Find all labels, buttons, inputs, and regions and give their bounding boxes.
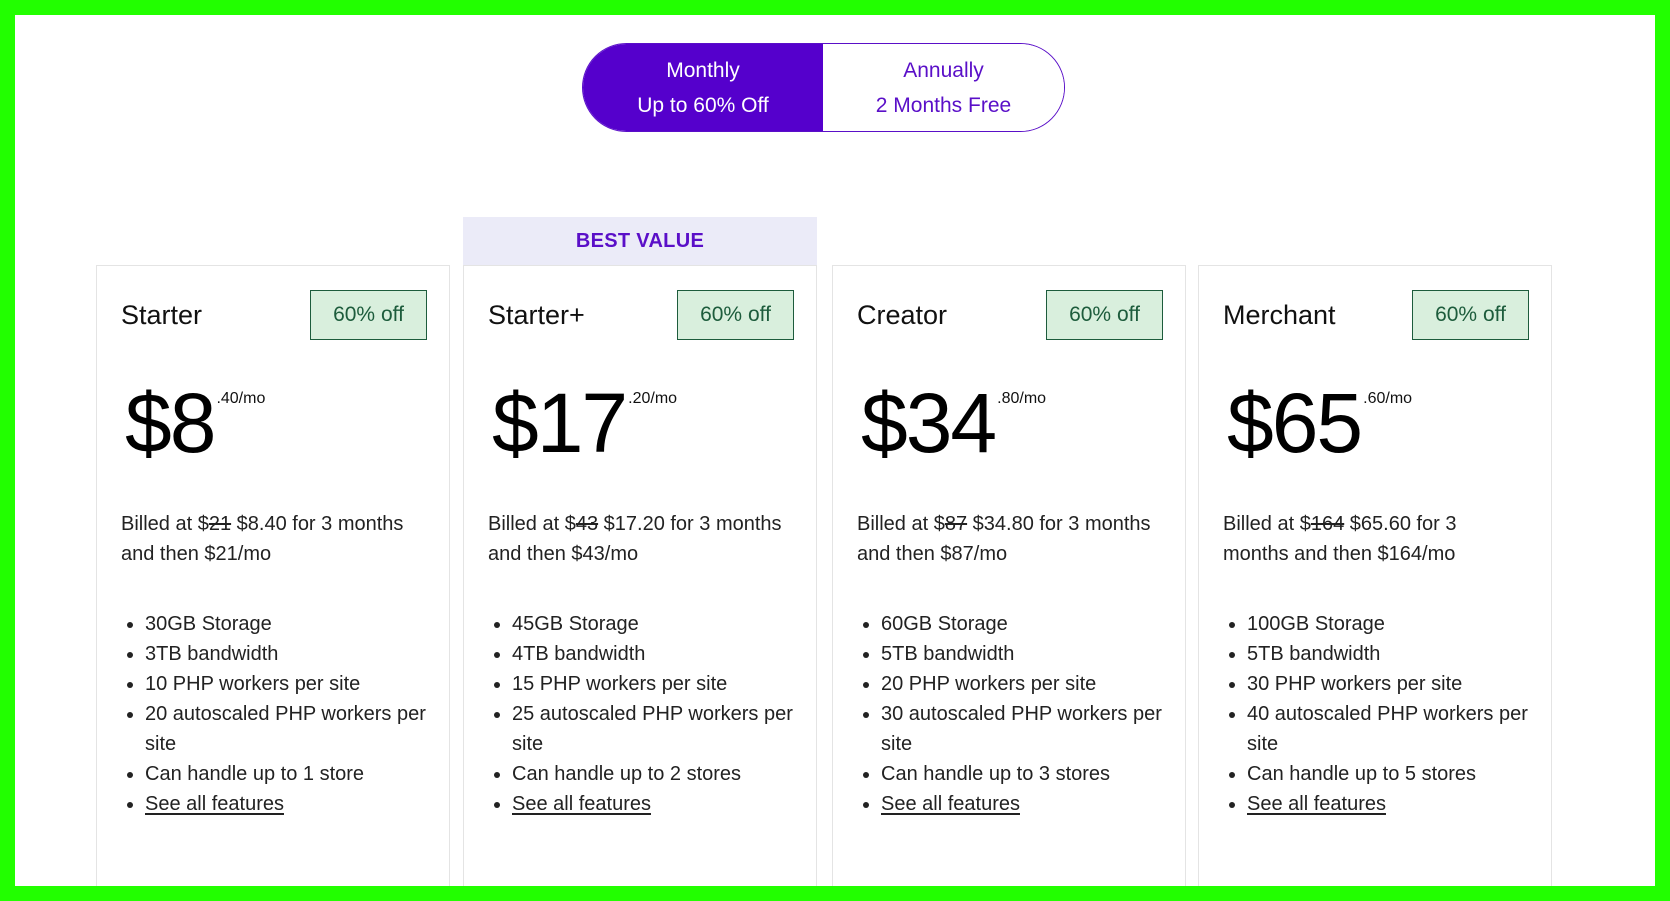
plan-name: Creator — [857, 300, 948, 330]
billing-note: Billed at $87 $34.80 for 3 months and th… — [857, 509, 1157, 569]
feature-item: 100GB Storage — [1247, 609, 1547, 639]
feature-item-link: See all features — [881, 789, 1181, 819]
feature-list: 45GB Storage 4TB bandwidth 15 PHP worker… — [488, 609, 812, 819]
feature-list: 60GB Storage 5TB bandwidth 20 PHP worker… — [857, 609, 1181, 819]
feature-item: 40 autoscaled PHP workers per site — [1247, 699, 1547, 759]
plan-price: $17 .20/mo — [492, 378, 677, 468]
feature-item: 45GB Storage — [512, 609, 812, 639]
discount-badge: 60% off — [677, 290, 794, 340]
price-fraction: .20/mo — [628, 390, 678, 407]
feature-item: 60GB Storage — [881, 609, 1181, 639]
feature-item: 30 autoscaled PHP workers per site — [881, 699, 1181, 759]
monthly-title: Monthly — [666, 58, 740, 82]
feature-item: 5TB bandwidth — [881, 639, 1181, 669]
plan-card-starter-plus: Starter+ 60% off $17 .20/mo Billed at $4… — [463, 265, 817, 886]
feature-item: 5TB bandwidth — [1247, 639, 1547, 669]
price-fraction: .40/mo — [216, 390, 266, 407]
billing-period-toggle: Monthly Up to 60% Off Annually 2 Months … — [582, 43, 1065, 132]
price-whole: $34 — [861, 376, 997, 470]
annually-title: Annually — [903, 58, 984, 82]
billing-note: Billed at $43 $17.20 for 3 months and th… — [488, 509, 788, 569]
feature-item: 10 PHP workers per site — [145, 669, 445, 699]
discount-badge: 60% off — [1046, 290, 1163, 340]
feature-item-link: See all features — [512, 789, 812, 819]
plan-card-merchant: Merchant 60% off $65 .60/mo Billed at $1… — [1198, 265, 1552, 886]
feature-item: 4TB bandwidth — [512, 639, 812, 669]
billed-prefix: Billed at $ — [488, 513, 576, 535]
pricing-page: Monthly Up to 60% Off Annually 2 Months … — [15, 15, 1655, 886]
feature-item: 15 PHP workers per site — [512, 669, 812, 699]
feature-item: 30 PHP workers per site — [1247, 669, 1547, 699]
annually-subtitle: 2 Months Free — [875, 93, 1012, 117]
feature-item: Can handle up to 3 stores — [881, 759, 1181, 789]
billed-prefix: Billed at $ — [121, 513, 209, 535]
plan-card-creator: Creator 60% off $34 .80/mo Billed at $87… — [832, 265, 1186, 886]
feature-item: Can handle up to 5 stores — [1247, 759, 1547, 789]
monthly-option[interactable]: Monthly Up to 60% Off — [583, 44, 823, 131]
discount-badge: 60% off — [310, 290, 427, 340]
best-value-banner: BEST VALUE — [463, 217, 817, 265]
billing-note: Billed at $21 $8.40 for 3 months and the… — [121, 509, 421, 569]
plan-name: Starter+ — [488, 300, 585, 330]
price-whole: $8 — [125, 376, 216, 470]
feature-item: 25 autoscaled PHP workers per site — [512, 699, 812, 759]
price-whole: $17 — [492, 376, 628, 470]
billed-prefix: Billed at $ — [857, 513, 945, 535]
see-all-features-link[interactable]: See all features — [881, 793, 1020, 815]
feature-item-link: See all features — [145, 789, 445, 819]
feature-item: 20 PHP workers per site — [881, 669, 1181, 699]
billing-note: Billed at $164 $65.60 for 3 months and t… — [1223, 509, 1523, 569]
monthly-subtitle: Up to 60% Off — [637, 93, 769, 117]
plan-card-starter: Starter 60% off $8 .40/mo Billed at $21 … — [96, 265, 450, 886]
feature-item: Can handle up to 2 stores — [512, 759, 812, 789]
original-price: 164 — [1310, 513, 1345, 535]
plan-price: $34 .80/mo — [861, 378, 1046, 468]
feature-list: 100GB Storage 5TB bandwidth 30 PHP worke… — [1223, 609, 1547, 819]
original-price: 21 — [208, 513, 232, 535]
feature-item: 3TB bandwidth — [145, 639, 445, 669]
price-whole: $65 — [1227, 376, 1363, 470]
original-price: 43 — [575, 513, 599, 535]
plan-name: Merchant — [1223, 300, 1336, 330]
feature-item-link: See all features — [1247, 789, 1547, 819]
original-price: 87 — [944, 513, 968, 535]
see-all-features-link[interactable]: See all features — [145, 793, 284, 815]
annually-option[interactable]: Annually 2 Months Free — [823, 44, 1064, 131]
price-fraction: .80/mo — [997, 390, 1047, 407]
feature-list: 30GB Storage 3TB bandwidth 10 PHP worker… — [121, 609, 445, 819]
feature-item: 30GB Storage — [145, 609, 445, 639]
plan-price: $65 .60/mo — [1227, 378, 1412, 468]
see-all-features-link[interactable]: See all features — [512, 793, 651, 815]
billed-prefix: Billed at $ — [1223, 513, 1311, 535]
feature-item: 20 autoscaled PHP workers per site — [145, 699, 445, 759]
plan-name: Starter — [121, 300, 203, 330]
see-all-features-link[interactable]: See all features — [1247, 793, 1386, 815]
price-fraction: .60/mo — [1363, 390, 1413, 407]
feature-item: Can handle up to 1 store — [145, 759, 445, 789]
plan-price: $8 .40/mo — [125, 378, 265, 468]
discount-badge: 60% off — [1412, 290, 1529, 340]
